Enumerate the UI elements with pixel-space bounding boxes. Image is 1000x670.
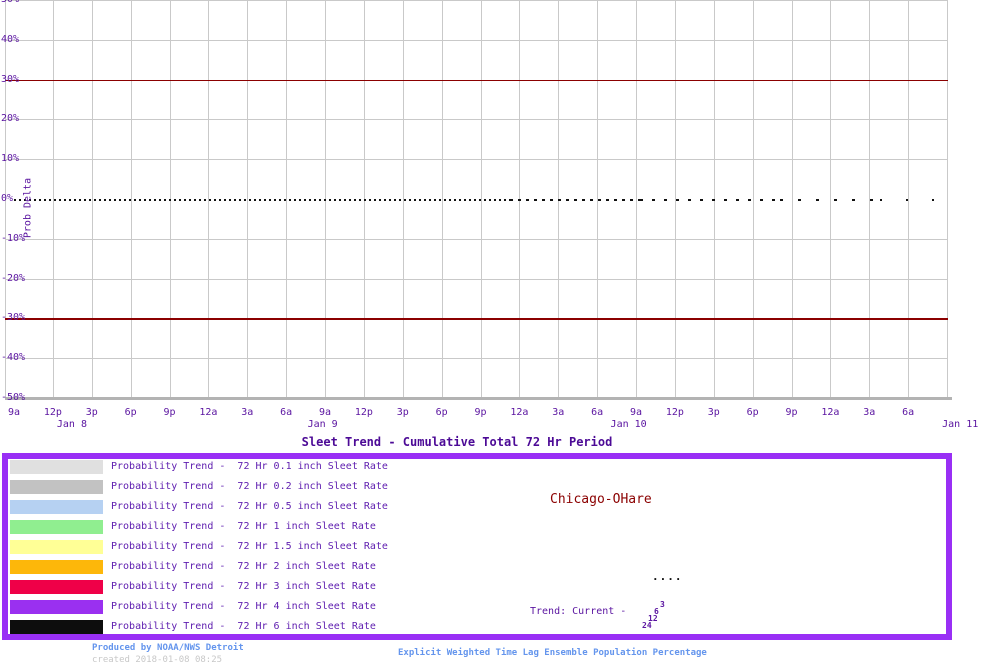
legend-swatch	[10, 600, 103, 614]
h-gridline	[5, 119, 948, 121]
y-tick-label: 20%	[1, 113, 20, 125]
legend-swatch	[10, 620, 103, 634]
zero-trend-line	[880, 198, 947, 201]
x-date-label: Jan 10	[610, 419, 647, 430]
x-tick-label: 3p	[85, 407, 98, 418]
x-tick-label: 12p	[43, 407, 62, 418]
x-tick-label: 12p	[354, 407, 373, 418]
footer-produced-by: Produced by NOAA/NWS Detroit	[92, 643, 244, 653]
trend-lag-number: 3	[660, 600, 665, 609]
x-tick-label: 6a	[591, 407, 604, 418]
x-tick-label: 3p	[707, 407, 720, 418]
footer-created-timestamp: created 2018-01-08 08:25	[92, 655, 223, 665]
station-label: Chicago-OHare	[550, 492, 652, 507]
v-gridline	[947, 0, 948, 398]
legend-swatch	[10, 520, 103, 534]
y-tick-label: 10%	[1, 153, 20, 165]
legend-label: Probability Trend - 72 Hr 0.2 inch Sleet…	[111, 481, 388, 492]
x-tick-label: 6a	[902, 407, 915, 418]
y-tick-label: -50%	[1, 392, 26, 403]
y-tick-label: 0%	[1, 193, 14, 204]
legend-swatch	[10, 480, 103, 494]
h-gridline	[5, 238, 948, 240]
legend-label: Probability Trend - 72 Hr 1 inch Sleet R…	[111, 521, 376, 532]
legend-box: Probability Trend - 72 Hr 0.1 inch Sleet…	[2, 453, 952, 640]
x-date-label: Jan 11	[942, 419, 979, 430]
legend-label: Probability Trend - 72 Hr 3 inch Sleet R…	[111, 581, 376, 592]
reference-line	[5, 318, 948, 320]
zero-trend-line	[780, 198, 880, 201]
trend-lag-number: 24	[642, 621, 652, 630]
x-tick-label: 6p	[124, 407, 137, 418]
legend-label: Probability Trend - 72 Hr 4 inch Sleet R…	[111, 601, 376, 612]
x-date-label: Jan 8	[56, 419, 87, 430]
legend-swatch	[10, 560, 103, 574]
legend-label: Probability Trend - 72 Hr 6 inch Sleet R…	[111, 621, 376, 632]
footer-method-note: Explicit Weighted Time Lag Ensemble Popu…	[398, 648, 707, 658]
chart-page: 50% 40% 30% 20% 10% 0% -10% -20% -30% -40% -50% 9a 1…	[0, 0, 1000, 670]
x-tick-label: 9p	[785, 407, 798, 418]
current-trend-line-sample: ....	[652, 570, 683, 583]
x-tick-label: 3a	[241, 407, 254, 418]
legend-label: Probability Trend - 72 Hr 1.5 inch Sleet…	[111, 541, 388, 552]
zero-trend-line	[510, 198, 640, 201]
h-gridline	[5, 0, 948, 1]
y-tick-label: -20%	[1, 272, 26, 284]
x-tick-label: 12a	[199, 407, 218, 418]
x-tick-label: 9a	[7, 407, 21, 418]
x-tick-label: 9p	[163, 407, 176, 418]
x-tick-label: 3a	[552, 407, 565, 418]
x-date-label: Jan 9	[307, 419, 338, 430]
h-gridline	[5, 358, 948, 360]
y-tick-label: -10%	[1, 232, 26, 244]
x-tick-label: 9a	[318, 407, 332, 418]
trend-current-label: Trend: Current -	[530, 606, 627, 617]
x-tick-label: 3a	[863, 407, 876, 418]
x-tick-label: 12p	[665, 407, 684, 418]
legend-swatch	[10, 500, 103, 514]
y-tick-label: 40%	[1, 33, 20, 45]
chart-title: Sleet Trend - Cumulative Total 72 Hr Per…	[301, 435, 613, 449]
y-tick-label: -30%	[1, 312, 26, 324]
y-tick-label: 50%	[1, 0, 19, 5]
h-gridline	[5, 39, 948, 41]
y-tick-label: 30%	[1, 73, 20, 85]
legend-swatch	[10, 540, 103, 554]
x-tick-label: 3p	[396, 407, 409, 418]
h-gridline	[5, 159, 948, 161]
legend-swatch	[10, 580, 103, 594]
zero-trend-line	[640, 198, 780, 201]
x-tick-label: 12a	[510, 407, 529, 418]
x-tick-label: 6p	[746, 407, 759, 418]
x-tick-label: 6a	[280, 407, 293, 418]
x-axis-line	[5, 397, 952, 400]
x-tick-label: 12a	[821, 407, 840, 418]
y-axis-title: Prob Delta	[22, 177, 34, 239]
legend-swatch	[10, 460, 103, 474]
x-tick-label: 6p	[435, 407, 448, 418]
h-gridline	[5, 278, 948, 280]
zero-trend-line	[14, 198, 510, 201]
legend-label: Probability Trend - 72 Hr 0.1 inch Sleet…	[111, 461, 388, 472]
reference-line	[5, 79, 948, 82]
plot-area: 50% 40% 30% 20% 10% 0% -10% -20% -30% -40% -50% 9a 1…	[0, 0, 1000, 435]
x-tick-label: 9p	[474, 407, 487, 418]
legend-label: Probability Trend - 72 Hr 2 inch Sleet R…	[111, 561, 376, 572]
legend-label: Probability Trend - 72 Hr 0.5 inch Sleet…	[111, 501, 388, 512]
x-tick-label: 9a	[629, 407, 643, 418]
y-tick-label: -40%	[1, 352, 26, 364]
